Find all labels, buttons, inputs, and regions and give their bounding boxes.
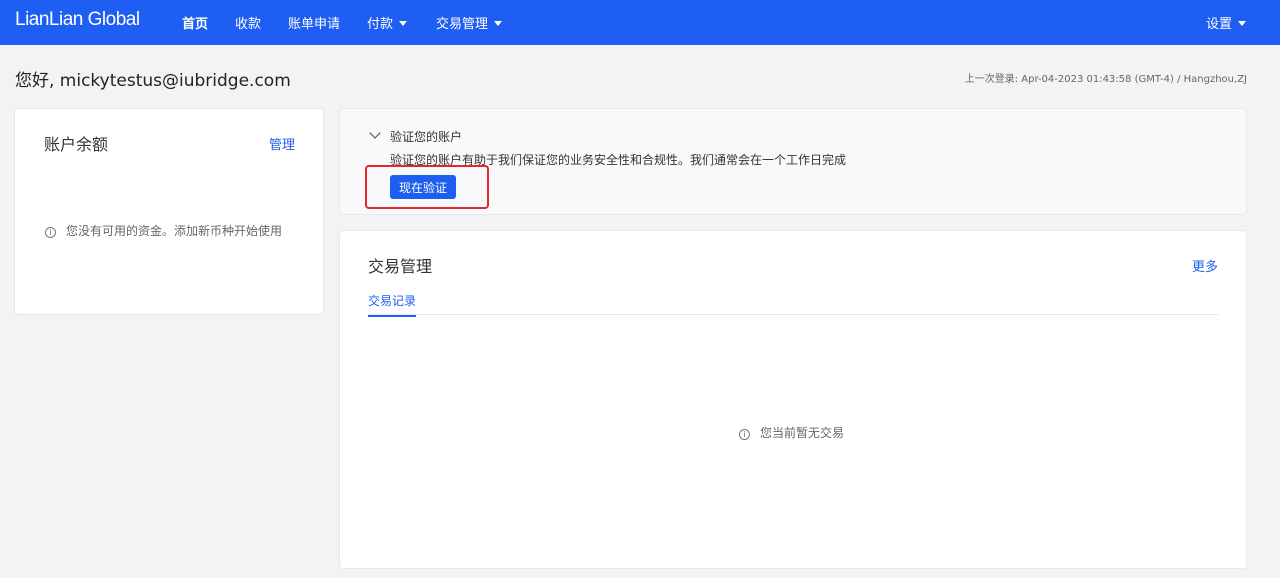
nav-item-settings[interactable]: 设置 <box>1206 13 1247 32</box>
nav-item-payment[interactable]: 付款 <box>367 13 408 32</box>
nav-item-label: 首页 <box>182 17 209 32</box>
nav-item-trade-management[interactable]: 交易管理 <box>436 13 503 32</box>
balance-card-title: 账户余额 <box>44 135 109 154</box>
nav-item-label: 交易管理 <box>436 17 489 32</box>
info-circle-icon: i <box>739 429 750 440</box>
nav-item-receive[interactable]: 收款 <box>235 13 261 32</box>
caret-down-icon <box>399 21 408 26</box>
empty-balance-text: 您没有可用的资金。添加新币种开始使用 <box>66 224 283 238</box>
empty-balance-message: i 您没有可用的资金。添加新币种开始使用 <box>45 222 282 239</box>
empty-trade-message: i 您当前暂无交易 <box>739 424 844 441</box>
verify-account-card: 验证您的账户 验证您的账户有助于我们保证您的业务安全性和合规性。我们通常会在一个… <box>340 109 1246 214</box>
account-balance-card: 账户余额 管理 i 您没有可用的资金。添加新币种开始使用 <box>15 109 323 314</box>
nav-item-label: 设置 <box>1206 17 1233 32</box>
caret-down-icon <box>1238 21 1247 26</box>
nav-item-label: 付款 <box>367 17 394 32</box>
verify-now-button[interactable]: 现在验证 <box>390 175 456 199</box>
chevron-down-icon[interactable] <box>369 127 381 139</box>
manage-balance-link[interactable]: 管理 <box>269 134 295 153</box>
trade-management-card: 交易管理 更多 交易记录 i 您当前暂无交易 <box>340 231 1246 568</box>
greeting-text: 您好, mickytestus@iubridge.com <box>15 71 291 91</box>
nav-item-label: 收款 <box>235 17 262 32</box>
last-login-info: 上一次登录: Apr-04-2023 01:43:58 (GMT-4) / Ha… <box>964 74 1247 85</box>
empty-trade-text: 您当前暂无交易 <box>760 426 845 440</box>
trade-card-title: 交易管理 <box>368 257 433 276</box>
trade-more-link[interactable]: 更多 <box>1192 256 1218 275</box>
info-circle-icon: i <box>45 227 56 238</box>
verify-card-title[interactable]: 验证您的账户 <box>390 128 462 145</box>
caret-down-icon <box>494 21 503 26</box>
nav-item-bill-request[interactable]: 账单申请 <box>288 13 340 32</box>
tab-divider <box>368 314 1218 315</box>
top-nav-bar: LianLian Global 首页 收款 账单申请 付款 交易管理 设置 <box>0 0 1280 45</box>
nav-item-home[interactable]: 首页 <box>182 13 208 32</box>
brand-logo[interactable]: LianLian Global <box>15 9 140 31</box>
nav-item-label: 账单申请 <box>288 17 341 32</box>
